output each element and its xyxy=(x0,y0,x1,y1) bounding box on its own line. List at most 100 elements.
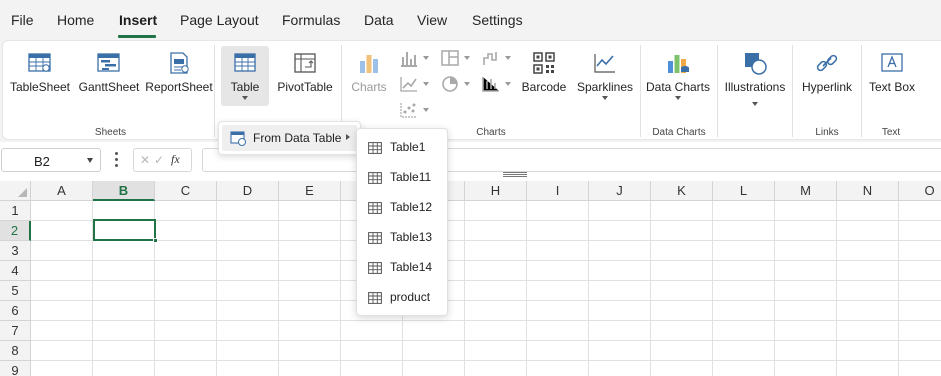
cell-a1[interactable] xyxy=(31,201,93,221)
cell-e9[interactable] xyxy=(279,361,341,376)
from-data-table-item[interactable]: From Data Table xyxy=(222,125,357,151)
cell-h9[interactable] xyxy=(465,361,527,376)
hierarchy-chart-dropdown[interactable] xyxy=(440,49,472,69)
cell-i9[interactable] xyxy=(527,361,589,376)
cell-b3[interactable] xyxy=(93,241,155,261)
cell-o2[interactable] xyxy=(899,221,941,241)
spreadsheet-grid[interactable]: ABCDEFGHIJKLMNO123456789 xyxy=(0,181,941,376)
cell-f9[interactable] xyxy=(341,361,403,376)
cell-n2[interactable] xyxy=(837,221,899,241)
cell-j2[interactable] xyxy=(589,221,651,241)
cell-o9[interactable] xyxy=(899,361,941,376)
row-header-9[interactable]: 9 xyxy=(0,361,31,376)
cell-d1[interactable] xyxy=(217,201,279,221)
cell-c1[interactable] xyxy=(155,201,217,221)
cell-c2[interactable] xyxy=(155,221,217,241)
cell-j6[interactable] xyxy=(589,301,651,321)
cell-i2[interactable] xyxy=(527,221,589,241)
cell-j9[interactable] xyxy=(589,361,651,376)
cell-a5[interactable] xyxy=(31,281,93,301)
cell-c7[interactable] xyxy=(155,321,217,341)
menu-formulas[interactable]: Formulas xyxy=(282,12,340,28)
cell-l6[interactable] xyxy=(713,301,775,321)
table-option-table12[interactable]: Table12 xyxy=(357,192,447,222)
cell-l4[interactable] xyxy=(713,261,775,281)
cell-i1[interactable] xyxy=(527,201,589,221)
cell-g8[interactable] xyxy=(403,341,465,361)
text-box-button[interactable]: Text Box xyxy=(865,51,919,94)
table-option-table11[interactable]: Table11 xyxy=(357,162,447,192)
cell-h3[interactable] xyxy=(465,241,527,261)
cell-e6[interactable] xyxy=(279,301,341,321)
confirm-icon[interactable]: ✓ xyxy=(154,153,164,167)
cell-o6[interactable] xyxy=(899,301,941,321)
cell-m2[interactable] xyxy=(775,221,837,241)
cell-k2[interactable] xyxy=(651,221,713,241)
cell-l8[interactable] xyxy=(713,341,775,361)
cell-h6[interactable] xyxy=(465,301,527,321)
column-header-j[interactable]: J xyxy=(589,181,651,201)
cell-a4[interactable] xyxy=(31,261,93,281)
cell-h4[interactable] xyxy=(465,261,527,281)
cell-e7[interactable] xyxy=(279,321,341,341)
pie-chart-dropdown[interactable] xyxy=(440,75,472,95)
cell-m3[interactable] xyxy=(775,241,837,261)
cell-i6[interactable] xyxy=(527,301,589,321)
cell-n6[interactable] xyxy=(837,301,899,321)
row-header-6[interactable]: 6 xyxy=(0,301,31,321)
cell-d6[interactable] xyxy=(217,301,279,321)
barcode-button[interactable]: Barcode xyxy=(519,51,569,94)
cell-k1[interactable] xyxy=(651,201,713,221)
fill-handle[interactable] xyxy=(153,238,158,243)
cell-g9[interactable] xyxy=(403,361,465,376)
cell-m7[interactable] xyxy=(775,321,837,341)
cell-l7[interactable] xyxy=(713,321,775,341)
cell-b4[interactable] xyxy=(93,261,155,281)
cell-h8[interactable] xyxy=(465,341,527,361)
cell-e2[interactable] xyxy=(279,221,341,241)
cell-b8[interactable] xyxy=(93,341,155,361)
cell-i3[interactable] xyxy=(527,241,589,261)
sparklines-button[interactable]: Sparklines xyxy=(575,51,635,100)
column-header-b[interactable]: B xyxy=(93,181,155,201)
cell-a7[interactable] xyxy=(31,321,93,341)
cell-m4[interactable] xyxy=(775,261,837,281)
cell-j4[interactable] xyxy=(589,261,651,281)
cell-c5[interactable] xyxy=(155,281,217,301)
cell-a2[interactable] xyxy=(31,221,93,241)
cell-d9[interactable] xyxy=(217,361,279,376)
cell-n5[interactable] xyxy=(837,281,899,301)
cell-e4[interactable] xyxy=(279,261,341,281)
row-header-8[interactable]: 8 xyxy=(0,341,31,361)
name-box[interactable]: B2 xyxy=(1,148,101,172)
cell-f7[interactable] xyxy=(341,321,403,341)
cell-o5[interactable] xyxy=(899,281,941,301)
cell-n8[interactable] xyxy=(837,341,899,361)
cell-b7[interactable] xyxy=(93,321,155,341)
cell-n9[interactable] xyxy=(837,361,899,376)
cell-k3[interactable] xyxy=(651,241,713,261)
row-header-5[interactable]: 5 xyxy=(0,281,31,301)
cell-m8[interactable] xyxy=(775,341,837,361)
cell-c3[interactable] xyxy=(155,241,217,261)
illustrations-button[interactable]: Illustrations xyxy=(721,51,789,106)
cell-e5[interactable] xyxy=(279,281,341,301)
cell-d4[interactable] xyxy=(217,261,279,281)
more-options-icon[interactable] xyxy=(115,152,119,168)
cell-n4[interactable] xyxy=(837,261,899,281)
cell-a9[interactable] xyxy=(31,361,93,376)
pivottable-button[interactable]: PivotTable xyxy=(275,51,335,94)
cell-c6[interactable] xyxy=(155,301,217,321)
cell-g7[interactable] xyxy=(403,321,465,341)
cell-m1[interactable] xyxy=(775,201,837,221)
cell-d8[interactable] xyxy=(217,341,279,361)
row-header-4[interactable]: 4 xyxy=(0,261,31,281)
stock-chart-dropdown[interactable] xyxy=(481,75,513,95)
cell-d7[interactable] xyxy=(217,321,279,341)
cell-n7[interactable] xyxy=(837,321,899,341)
cell-c8[interactable] xyxy=(155,341,217,361)
menu-file[interactable]: File xyxy=(11,12,34,28)
column-header-d[interactable]: D xyxy=(217,181,279,201)
menu-insert[interactable]: Insert xyxy=(119,12,157,28)
cell-j5[interactable] xyxy=(589,281,651,301)
